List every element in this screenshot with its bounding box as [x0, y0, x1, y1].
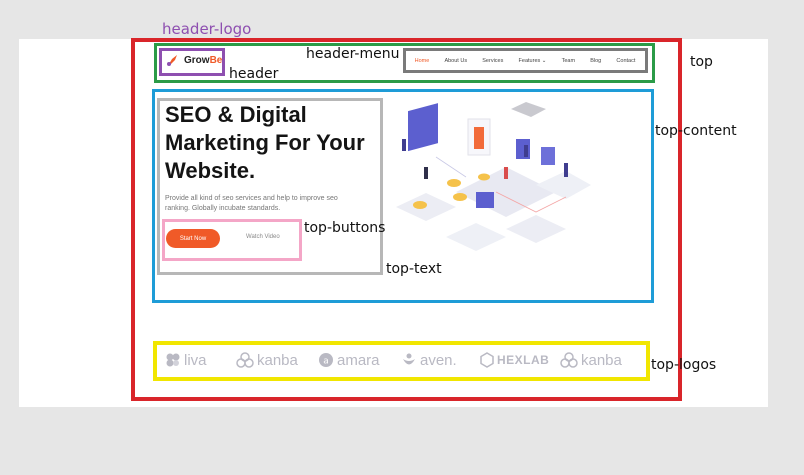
start-now-button[interactable]: Start Now — [166, 229, 220, 248]
hexagon-icon — [480, 352, 494, 368]
menu-item-blog[interactable]: Blog — [590, 58, 601, 64]
brand-logo[interactable]: GrowBe — [184, 55, 222, 66]
menu-item-contact[interactable]: Contact — [616, 58, 635, 64]
partner-name: kanba — [257, 351, 298, 369]
flower-icon — [166, 353, 180, 367]
brand-name-prefix: Grow — [184, 55, 210, 66]
partner-logo-hexlab[interactable]: HEXLAB — [480, 350, 549, 370]
svg-text:a: a — [323, 357, 329, 367]
partner-name: amara — [337, 351, 380, 369]
circle-a-icon: a — [319, 353, 333, 367]
rocket-icon — [167, 55, 177, 66]
hero-description: Provide all kind of seo services and hel… — [165, 195, 338, 212]
isometric-illustration — [396, 102, 591, 251]
partner-name: kanba — [581, 351, 622, 369]
label-top-text: top-text — [386, 261, 442, 277]
label-top-content: top-content — [655, 123, 737, 139]
rings-icon — [560, 352, 578, 368]
partner-logo-amara[interactable]: a amara — [318, 350, 380, 370]
partner-logo-aven[interactable]: aven. — [401, 350, 457, 370]
brand-name-suffix: Be — [209, 55, 223, 66]
header-menu: Home About Us Services Features ⌄ Team B… — [407, 53, 643, 68]
partner-logo-liva[interactable]: liva — [165, 350, 207, 370]
label-top-buttons: top-buttons — [304, 220, 386, 236]
partner-name: liva — [184, 351, 207, 369]
menu-item-about-us[interactable]: About Us — [444, 58, 467, 64]
hero-title: SEO & Digital Marketing For Your Website… — [165, 102, 365, 183]
person-icon — [403, 353, 415, 365]
partner-logo-kanba[interactable]: kanba — [236, 350, 298, 370]
partner-logo-kanba-2[interactable]: kanba — [560, 350, 622, 370]
label-top-logos: top-logos — [651, 357, 717, 373]
partner-name: aven. — [420, 351, 457, 369]
label-header-logo: header-logo — [162, 20, 252, 38]
watch-video-button[interactable]: Watch Video — [246, 234, 280, 240]
label-header: header — [229, 66, 279, 82]
menu-item-services[interactable]: Services — [482, 58, 503, 64]
rings-icon — [236, 352, 254, 368]
menu-item-team[interactable]: Team — [562, 58, 575, 64]
label-header-menu: header-menu — [306, 46, 400, 62]
partner-name: HEXLAB — [497, 353, 550, 367]
menu-item-home[interactable]: Home — [415, 58, 430, 64]
label-top: top — [690, 54, 713, 70]
menu-item-features[interactable]: Features ⌄ — [519, 58, 547, 64]
